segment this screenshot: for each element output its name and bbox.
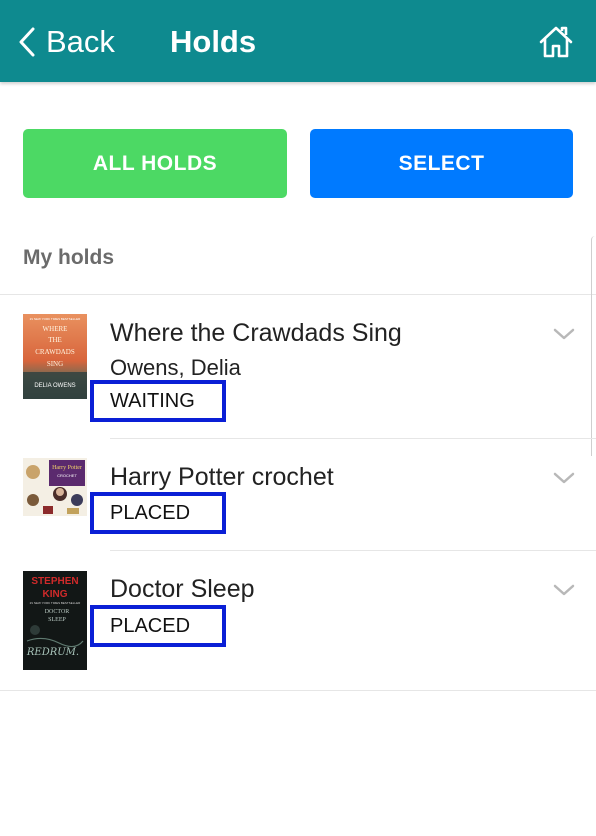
list-item[interactable]: Harry Potter CROCHET Harry Potter croche… bbox=[0, 439, 596, 550]
cover-text: STEPHEN bbox=[31, 576, 78, 587]
select-button[interactable]: SELECT bbox=[310, 129, 573, 198]
status-badge: PLACED bbox=[90, 605, 226, 647]
list-item[interactable]: #1 NEW YORK TIMES BESTSELLER WHERE THE C… bbox=[0, 295, 596, 438]
cover-text: THE bbox=[48, 336, 62, 344]
chevron-down-icon[interactable] bbox=[552, 470, 576, 486]
cover-text: SING bbox=[47, 360, 63, 368]
status-label: PLACED bbox=[110, 502, 191, 524]
status-badge: PLACED bbox=[90, 492, 226, 534]
home-icon bbox=[539, 26, 573, 58]
cover-text: DELIA OWENS bbox=[34, 383, 75, 389]
chevron-down-icon[interactable] bbox=[552, 326, 576, 342]
book-cover: #1 NEW YORK TIMES BESTSELLER WHERE THE C… bbox=[23, 314, 87, 399]
cover-text: Harry Potter bbox=[52, 465, 82, 471]
section-title: My holds bbox=[23, 246, 115, 269]
book-cover: Harry Potter CROCHET bbox=[23, 458, 87, 516]
hold-title: Doctor Sleep bbox=[110, 575, 255, 603]
status-label: WAITING bbox=[110, 390, 195, 412]
book-cover: STEPHEN KING #1 NEW YORK TIMES BESTSELLE… bbox=[23, 571, 87, 670]
status-badge: WAITING bbox=[90, 380, 226, 422]
cover-text: CROCHET bbox=[57, 473, 77, 478]
all-holds-button[interactable]: ALL HOLDS bbox=[23, 129, 287, 198]
cover-text: #1 NEW YORK TIMES BESTSELLER bbox=[30, 601, 81, 605]
back-label: Back bbox=[46, 24, 115, 59]
cover-text: REDRUM. bbox=[26, 647, 79, 658]
list-item[interactable]: STEPHEN KING #1 NEW YORK TIMES BESTSELLE… bbox=[0, 551, 596, 690]
divider bbox=[0, 690, 596, 691]
cover-text: SLEEP bbox=[48, 617, 66, 623]
cover-text: DOCTOR bbox=[45, 609, 70, 615]
cover-text: CRAWDADS bbox=[35, 348, 75, 356]
cover-text: #1 NEW YORK TIMES BESTSELLER bbox=[30, 317, 81, 321]
back-button[interactable]: Back bbox=[18, 20, 115, 64]
chevron-down-icon[interactable] bbox=[552, 582, 576, 598]
cover-text: WHERE bbox=[43, 325, 68, 333]
page-title: Holds bbox=[170, 24, 257, 59]
chevron-left-icon bbox=[19, 27, 35, 57]
app-bar: Back Holds bbox=[0, 0, 596, 82]
hold-title: Where the Crawdads Sing bbox=[110, 319, 402, 347]
hold-title: Harry Potter crochet bbox=[110, 463, 334, 491]
hold-author: Owens, Delia bbox=[110, 355, 241, 380]
cover-text: KING bbox=[43, 589, 68, 600]
status-label: PLACED bbox=[110, 615, 191, 637]
home-button[interactable] bbox=[538, 24, 574, 60]
